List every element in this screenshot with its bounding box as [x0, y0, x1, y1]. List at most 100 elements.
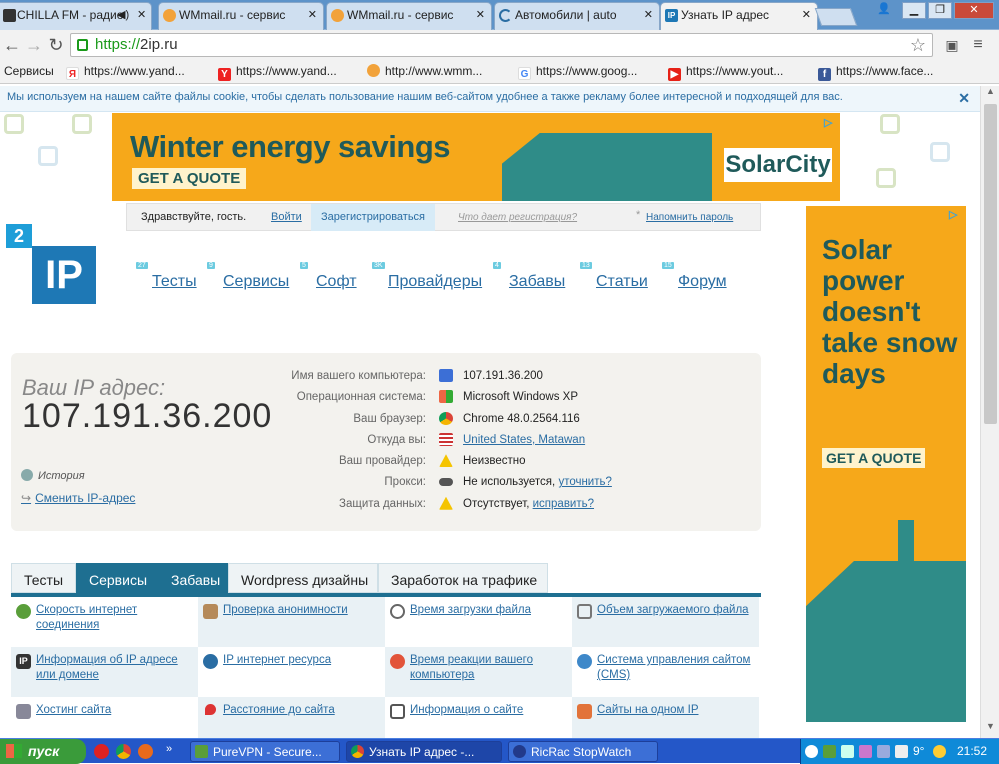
service-file-load-time[interactable]: Время загрузки файла [385, 597, 572, 647]
solarcity-logo: SolarCity [724, 148, 832, 182]
service-hosting[interactable]: Хостинг сайта [11, 697, 198, 738]
bookmark-star-icon[interactable]: ☆ [910, 34, 926, 56]
service-anonymity[interactable]: Проверка анонимности [198, 597, 385, 647]
remind-password-link[interactable]: Напомнить пароль [646, 212, 733, 223]
history-label: История [38, 470, 85, 482]
tray-back-icon[interactable] [805, 745, 818, 758]
back-arrow-icon[interactable]: ← [2, 35, 22, 55]
page-scrollbar[interactable]: ▲ ▼ [980, 86, 999, 738]
protection-fix-link[interactable]: исправить? [533, 498, 594, 510]
service-sites-same-ip[interactable]: Сайты на одном IP [572, 697, 759, 738]
service-cms[interactable]: Система управления сайтом (CMS) [572, 647, 759, 697]
maximize-button[interactable]: ❐ [928, 2, 952, 19]
close-button[interactable]: ✕ [954, 2, 994, 19]
side-ad-cta[interactable]: GET A QUOTE [822, 448, 926, 468]
scroll-up-icon[interactable]: ▲ [981, 86, 999, 103]
extension-icon[interactable]: ▣ [942, 35, 962, 55]
service-ip-resource[interactable]: IP интернет ресурса [198, 647, 385, 697]
nav-tests[interactable]: 27 Тесты [136, 262, 206, 298]
tab-close-icon[interactable]: ✕ [476, 8, 485, 21]
tab-close-icon[interactable]: ✕ [137, 8, 146, 21]
taskbar-chrome-window[interactable]: Узнать IP адрес -... [346, 741, 502, 762]
tab-tests[interactable]: Тесты [11, 563, 76, 593]
tab-services[interactable]: Сервисы [76, 563, 158, 593]
bookmark-google[interactable]: Ghttps://www.goog... [518, 64, 637, 80]
nav-label: Тесты [152, 273, 197, 290]
service-label: Время реакции вашего компьютера [410, 654, 533, 681]
registration-info-link[interactable]: Что дает регистрация? [458, 212, 577, 223]
pen-tray-icon[interactable] [859, 745, 872, 758]
address-bar[interactable]: https://2ip.ru ☆ [70, 33, 933, 57]
nav-fun[interactable]: 4 Забавы [493, 262, 573, 298]
login-link[interactable]: Войти [271, 211, 302, 223]
taskbar-purevpn[interactable]: PureVPN - Secure... [190, 741, 340, 762]
reload-icon[interactable]: ↻ [46, 35, 66, 55]
tab-chilla-fm[interactable]: CHILLA FM - радио ◀) ✕ [0, 2, 152, 30]
new-tab-button[interactable] [814, 8, 858, 26]
nav-forum[interactable]: 15 Форум [662, 262, 742, 298]
history-link[interactable]: История [21, 469, 85, 482]
scroll-down-icon[interactable]: ▼ [981, 721, 999, 738]
cookie-close-icon[interactable]: ✕ [958, 90, 970, 107]
bookmark-apps[interactable]: Сервисы [4, 64, 54, 78]
user-icon[interactable]: 👤 [872, 2, 896, 19]
bookmark-wmmail[interactable]: http://www.wmm... [367, 64, 482, 78]
side-banner-ad[interactable]: Solar power doesn't take snow days GET A… [806, 206, 966, 722]
tab-fun[interactable]: Забавы [158, 563, 228, 593]
nav-services[interactable]: 9 Сервисы [207, 262, 297, 298]
bookmark-facebook[interactable]: f https://www.face... [818, 64, 933, 81]
clock-tray-icon[interactable] [841, 745, 854, 758]
top-banner-ad[interactable]: Winter energy savings GET A QUOTE SolarC… [112, 113, 840, 201]
tab-close-icon[interactable]: ✕ [308, 8, 317, 21]
nav-articles[interactable]: 13 Статьи [580, 262, 660, 298]
service-label: IP интернет ресурса [223, 654, 332, 666]
banner-cta[interactable]: GET A QUOTE [132, 168, 247, 189]
clock-icon [390, 604, 405, 619]
adchoices-icon[interactable]: ▷ [824, 116, 838, 130]
firefox-icon[interactable] [138, 744, 153, 759]
change-ip-link[interactable]: ↪ Сменить IP-адрес [21, 491, 135, 505]
forward-arrow-icon[interactable]: → [24, 35, 44, 55]
purevpn-tray-icon[interactable] [823, 745, 836, 758]
tab-auto[interactable]: Автомобили | auto ✕ [494, 2, 660, 30]
loading-spinner-icon [499, 9, 512, 22]
service-speed-test[interactable]: Скорость интернет соединения [11, 597, 198, 647]
adchoices-icon[interactable]: ▷ [949, 208, 963, 222]
site-logo[interactable]: 2 IP [6, 224, 96, 306]
register-button[interactable]: Зарегистрироваться [311, 204, 436, 231]
tab-wmmail-1[interactable]: WMmail.ru - сервис ✕ [158, 2, 324, 30]
service-file-size[interactable]: Объем загружаемого файла [572, 597, 759, 647]
menu-icon[interactable]: ≡ [968, 35, 988, 55]
bookmark-youtube[interactable]: ▶ https://www.yout... [668, 64, 783, 81]
tab-earnings[interactable]: Заработок на трафике [378, 563, 548, 593]
volume-tray-icon[interactable] [895, 745, 908, 758]
opera-icon[interactable] [94, 744, 109, 759]
taskbar-stopwatch[interactable]: RicRac StopWatch [508, 741, 658, 762]
nav-soft[interactable]: 5 Софт [300, 262, 370, 298]
service-reaction-time[interactable]: Время реакции вашего компьютера [385, 647, 572, 697]
location-value[interactable]: United States, Matawan [463, 434, 585, 446]
service-site-info[interactable]: Информация о сайте [385, 697, 572, 738]
tab-wordpress[interactable]: Wordpress дизайны [228, 563, 378, 593]
bookmark-yandex-2[interactable]: Yhttps://www.yand... [218, 64, 337, 81]
quicklaunch-expand-icon[interactable]: » [166, 743, 172, 755]
tab-close-icon[interactable]: ✕ [644, 8, 653, 21]
tab-close-icon[interactable]: ✕ [802, 8, 811, 21]
nav-badge: 9 [207, 262, 215, 269]
chrome-icon[interactable] [116, 744, 131, 759]
service-ip-info[interactable]: IP Информация об IP адресе или домене [11, 647, 198, 697]
windows-taskbar: пуск » PureVPN - Secure... Узнать IP адр… [0, 738, 999, 764]
proxy-clarify-link[interactable]: уточнить? [558, 476, 611, 488]
minimize-button[interactable]: ▁ [902, 2, 926, 19]
scroll-thumb[interactable] [984, 104, 997, 424]
start-button[interactable]: пуск [0, 739, 86, 764]
network-tray-icon[interactable] [877, 745, 890, 758]
service-distance[interactable]: Расстояние до сайта [198, 697, 385, 738]
tab-wmmail-2[interactable]: WMmail.ru - сервис ✕ [326, 2, 492, 30]
nav-providers[interactable]: 3K Провайдеры [372, 262, 492, 298]
url-scheme: https:// [95, 36, 141, 53]
detail-computer-name: Имя вашего компьютера: 107.191.36.200 [211, 367, 751, 388]
location-link[interactable]: United States, Matawan [463, 434, 585, 446]
bookmark-yandex-1[interactable]: Яhttps://www.yand... [66, 64, 185, 80]
tab-2ip-active[interactable]: IP Узнать IP адрес ✕ [660, 2, 818, 31]
